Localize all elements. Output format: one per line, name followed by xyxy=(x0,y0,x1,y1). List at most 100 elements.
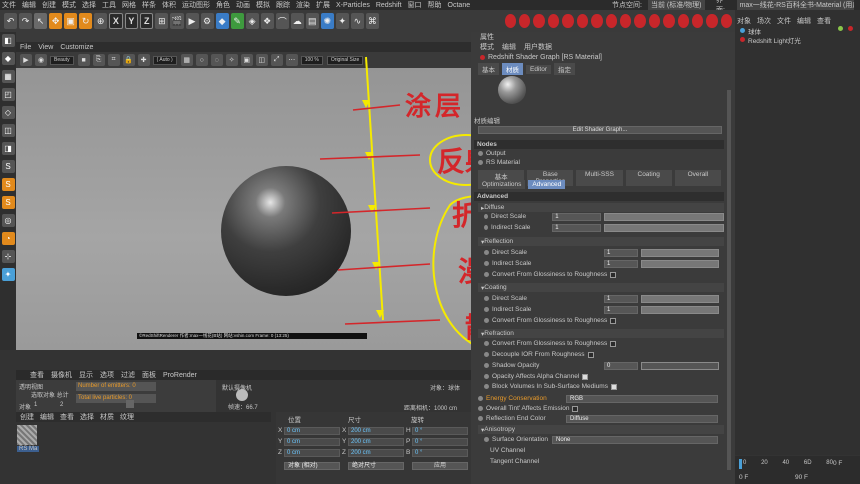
size-mode-dropdown[interactable]: 绝对尺寸 xyxy=(348,462,404,470)
axis-y-button[interactable]: Y xyxy=(124,13,139,29)
close-icon[interactable] xyxy=(126,400,134,408)
stop-icon[interactable]: ■ xyxy=(77,54,90,66)
menu-item[interactable]: 样条 xyxy=(142,0,156,10)
reflection-section[interactable]: ▾ Reflection xyxy=(478,237,724,246)
end-frame[interactable]: 90 F xyxy=(795,474,808,481)
redshift-env-icon[interactable] xyxy=(648,14,661,28)
snap-settings-icon[interactable]: S xyxy=(1,178,15,191)
xp-icon[interactable]: ✦ xyxy=(335,13,349,29)
coating-direct-scale-slider[interactable] xyxy=(641,294,719,303)
size-mode-select[interactable]: Original Size xyxy=(326,55,364,65)
viewport-menu-item[interactable]: ProRender xyxy=(163,372,197,379)
rotation-h-field[interactable]: 0 ° xyxy=(412,427,468,435)
light-icon[interactable]: ✺ xyxy=(320,13,334,29)
coating-indirect-scale-slider[interactable] xyxy=(641,305,719,314)
position-z-field[interactable]: 0 cm xyxy=(284,449,340,457)
overall-tint-checkbox[interactable] xyxy=(572,405,579,412)
redshift-material-icon[interactable] xyxy=(576,14,589,28)
image-icon[interactable]: ▣ xyxy=(240,54,253,66)
snap-s-icon[interactable]: S xyxy=(1,160,15,173)
viewport-menu-item[interactable]: 显示 xyxy=(79,370,93,380)
lock-icon[interactable]: 🔒 xyxy=(122,54,135,66)
material-tag-icon[interactable] xyxy=(848,26,853,31)
deformer-icon[interactable]: ⌒ xyxy=(275,13,289,29)
subdivision-icon[interactable]: ◈ xyxy=(245,13,259,29)
object-manager-menu-item[interactable]: 查看 xyxy=(817,16,831,26)
material-swatch[interactable] xyxy=(17,425,37,445)
redshift-aov-icon[interactable] xyxy=(634,14,646,28)
polygons-mode-icon[interactable]: ◨ xyxy=(1,142,15,155)
redshift-render-icon[interactable] xyxy=(504,14,517,28)
start-frame[interactable]: 0 F xyxy=(739,474,748,481)
reflection-end-color-dropdown[interactable]: Diffuse xyxy=(566,414,718,423)
expand-icon[interactable]: ⤢ xyxy=(270,54,283,66)
edit-shader-graph-button[interactable]: Edit Shader Graph... xyxy=(478,126,722,134)
render-to-picture-viewer-icon[interactable]: ▶ xyxy=(185,13,199,29)
attribute-menu-item[interactable]: 编辑 xyxy=(502,42,516,52)
coordinate-mode-dropdown[interactable]: 对象 (相对) xyxy=(284,462,340,470)
attribute-tab[interactable]: Editor xyxy=(526,64,551,74)
menu-item[interactable]: 网格 xyxy=(122,0,136,10)
material-menu-item[interactable]: 材质 xyxy=(100,412,114,422)
cube-icon[interactable]: ◆ xyxy=(215,13,229,29)
object-manager-tab[interactable]: 场次 xyxy=(757,16,771,26)
renderview-menu-item[interactable]: File xyxy=(20,44,31,51)
array-icon[interactable]: ❖ xyxy=(260,13,274,29)
material-menu-item[interactable]: 查看 xyxy=(60,412,74,422)
refraction-convert-checkbox[interactable] xyxy=(610,340,617,347)
model-mode-icon[interactable]: ◆ xyxy=(1,52,15,65)
texture-mode-icon[interactable]: ▦ xyxy=(1,70,15,83)
coating-indirect-scale-field[interactable]: 1 xyxy=(604,305,638,314)
attribute-tab[interactable]: 指定 xyxy=(553,63,575,75)
size-z-field[interactable]: 200 cm xyxy=(348,449,404,457)
reflection-indirect-scale-field[interactable]: 1 xyxy=(604,259,638,268)
menu-item[interactable]: 体积 xyxy=(162,0,176,10)
menu-item[interactable]: 角色 xyxy=(216,0,230,10)
redshift-tag-icon[interactable] xyxy=(619,14,632,28)
viewport-menu-item[interactable]: 查看 xyxy=(30,370,44,380)
viewport-menu-item[interactable]: 面板 xyxy=(142,370,156,380)
redshift-camera-icon[interactable] xyxy=(562,14,574,28)
object-item-light[interactable]: Redshift Light灯光 xyxy=(740,35,801,45)
menu-item[interactable]: 跟踪 xyxy=(276,0,290,10)
visibility-icon[interactable] xyxy=(838,26,843,31)
advanced-section[interactable]: Advanced xyxy=(474,192,724,201)
options-icon[interactable]: ⋯ xyxy=(285,54,298,66)
menu-item[interactable]: 模拟 xyxy=(256,0,270,10)
xp-emitter-icon[interactable]: ✦ xyxy=(1,268,15,281)
live-select-icon[interactable]: ↖ xyxy=(34,13,48,29)
soft-selection-icon[interactable]: ◔ xyxy=(1,232,15,245)
refraction-section[interactable]: ▾ Refraction xyxy=(478,329,724,338)
diffuse-indirect-scale-slider[interactable] xyxy=(604,223,724,232)
redshift-volume-icon[interactable] xyxy=(605,14,617,28)
material-menu-item[interactable]: 编辑 xyxy=(40,412,54,422)
menu-item[interactable]: 窗口 xyxy=(408,0,422,10)
menu-item[interactable]: X-Particles xyxy=(336,2,370,9)
coating-direct-scale-field[interactable]: 1 xyxy=(604,294,638,303)
move-icon[interactable]: ✥ xyxy=(49,13,63,29)
shadow-opacity-field[interactable]: 0 xyxy=(604,361,638,370)
tag-icon[interactable]: ⌘ xyxy=(365,13,379,29)
redshift-ipr-icon[interactable] xyxy=(519,14,531,28)
render-icon[interactable]: ▶ xyxy=(20,54,32,66)
zoom-value[interactable]: 100 % xyxy=(300,55,323,65)
axis-z-button[interactable]: Z xyxy=(140,13,154,29)
node-space-value[interactable]: 当前 (标准/物理) xyxy=(647,0,705,10)
reflection-convert-checkbox[interactable] xyxy=(610,271,617,278)
diffuse-indirect-scale-field[interactable]: 1 xyxy=(552,223,602,232)
menu-item[interactable]: 扩展 xyxy=(316,0,330,10)
spline-icon[interactable]: ∿ xyxy=(350,13,364,29)
coating-convert-checkbox[interactable] xyxy=(610,317,617,324)
diffuse-direct-scale-slider[interactable] xyxy=(604,212,724,221)
zoom-mode-select[interactable]: ( Auto ) xyxy=(152,55,177,65)
camera-icon[interactable]: ▤ xyxy=(305,13,319,29)
material-sub-tab[interactable]: Advanced xyxy=(528,180,566,189)
material-menu-item[interactable]: 纹理 xyxy=(120,412,134,422)
render-view-icon[interactable]: 🎬 xyxy=(170,13,184,29)
nodes-section[interactable]: Nodes xyxy=(474,140,724,149)
axis-modification-icon[interactable]: ⊹ xyxy=(1,250,15,263)
recent-tools-icon[interactable]: ⊕ xyxy=(94,13,108,29)
shadow-opacity-slider[interactable] xyxy=(641,361,719,370)
viewport-menu-item[interactable]: 摄像机 xyxy=(51,370,72,380)
ipr-icon[interactable]: ◉ xyxy=(35,54,47,66)
